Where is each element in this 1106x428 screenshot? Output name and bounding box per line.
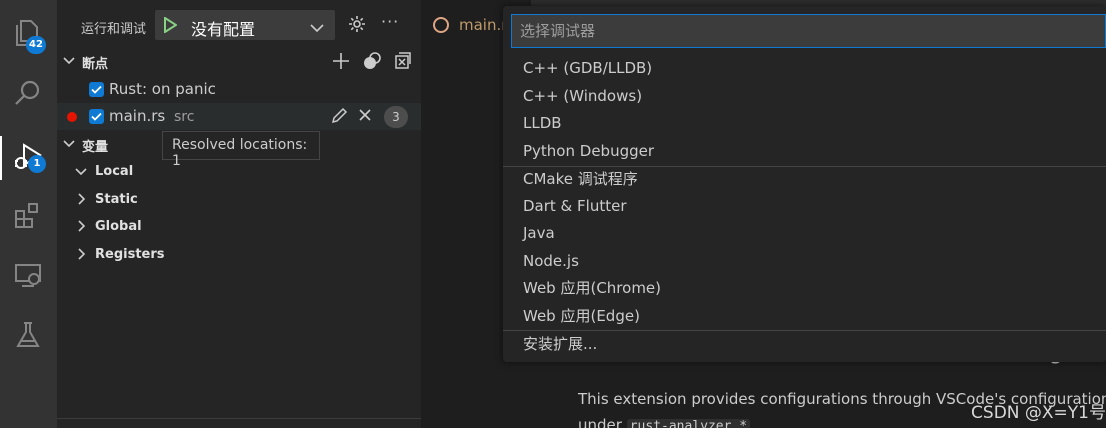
scope-label: Static xyxy=(95,192,138,207)
chevron-right-icon xyxy=(77,193,87,209)
chevron-right-icon xyxy=(77,248,87,264)
debugger-option[interactable]: C++ (GDB/LLDB) xyxy=(503,55,1106,82)
chevron-down-icon xyxy=(75,166,87,181)
config-label: 没有配置 xyxy=(191,20,256,39)
debugger-option[interactable]: Web 应用(Chrome) xyxy=(503,275,1106,302)
add-icon[interactable] xyxy=(331,51,351,75)
breakpoint-row[interactable]: Rust: on panic xyxy=(57,76,421,103)
scope-row[interactable]: Registers xyxy=(57,241,421,268)
select-debugger-quickpick: C++ (GDB/LLDB) C++ (Windows) LLDB Python… xyxy=(503,6,1106,362)
breakpoints-header-label: 断点 xyxy=(82,57,109,72)
inline-code: rust-analyzer.* xyxy=(626,419,751,428)
sidebar-header: 运行和调试 没有配置 ··· xyxy=(57,0,421,48)
breakpoints-section-header[interactable]: 断点 xyxy=(57,49,421,73)
gear-icon[interactable] xyxy=(347,14,367,38)
debugger-option[interactable]: Web 应用(Edge) xyxy=(503,303,1106,330)
remove-all-breakpoints-icon[interactable] xyxy=(393,51,413,75)
debugger-option[interactable]: Java xyxy=(503,220,1106,247)
breakpoint-count-badge: 3 xyxy=(384,106,408,128)
activity-bar: 42 1 xyxy=(0,0,57,428)
close-icon[interactable] xyxy=(358,108,372,126)
debugger-option[interactable]: Node.js xyxy=(503,248,1106,275)
breakpoint-checkbox[interactable] xyxy=(89,109,104,124)
breakpoint-tooltip: Resolved locations: 1 xyxy=(162,131,320,169)
breakpoint-row[interactable]: main.rs src 3 xyxy=(57,103,421,130)
preview-text-prefix: under xyxy=(578,416,622,428)
edit-icon[interactable] xyxy=(330,107,348,129)
scope-label: Registers xyxy=(95,247,165,262)
more-actions-icon[interactable]: ··· xyxy=(381,12,399,31)
explorer-badge: 42 xyxy=(26,36,46,54)
preview-paragraph-line2: under rust-analyzer.* xyxy=(578,416,751,428)
extensions-icon[interactable] xyxy=(9,196,47,234)
scope-row[interactable]: Global xyxy=(57,213,421,240)
breakpoint-dot-icon xyxy=(67,112,77,122)
scope-label: Local xyxy=(95,164,134,179)
sidebar-divider xyxy=(57,418,421,419)
debugger-option[interactable]: Dart & Flutter xyxy=(503,193,1106,220)
quickpick-input-box[interactable] xyxy=(511,14,1106,48)
active-indicator xyxy=(0,136,2,180)
sidebar-title: 运行和调试 xyxy=(81,22,147,37)
breakpoint-checkbox[interactable] xyxy=(89,82,104,97)
chevron-down-icon xyxy=(63,55,75,70)
launch-config-dropdown[interactable]: 没有配置 xyxy=(155,10,335,40)
testing-icon[interactable] xyxy=(9,316,47,354)
breakpoint-path: src xyxy=(174,109,195,125)
debugger-option[interactable]: Python Debugger xyxy=(503,138,1106,165)
rust-file-icon xyxy=(433,17,449,33)
scope-row[interactable]: Static xyxy=(57,186,421,213)
debugger-option[interactable]: CMake 调试程序 xyxy=(503,166,1106,193)
scope-label: Global xyxy=(95,219,142,234)
toggle-breakpoints-icon[interactable] xyxy=(362,51,382,75)
breakpoint-label: Rust: on panic xyxy=(109,80,216,98)
search-icon[interactable] xyxy=(9,74,47,112)
debugger-option[interactable]: C++ (Windows) xyxy=(503,83,1106,110)
chevron-down-icon xyxy=(63,138,75,153)
chevron-right-icon xyxy=(77,220,87,236)
debug-sidebar: 运行和调试 没有配置 ··· 断点 Rust: on panic main.rs… xyxy=(57,0,421,428)
quickpick-input[interactable] xyxy=(512,15,1105,47)
chevron-down-icon xyxy=(310,18,324,37)
watermark: CSDN @X=Y1号 xyxy=(971,403,1106,423)
scope-row[interactable]: Local xyxy=(57,158,421,185)
debugger-option[interactable]: LLDB xyxy=(503,110,1106,137)
remote-explorer-icon[interactable] xyxy=(9,256,47,294)
install-extensions-option[interactable]: 安装扩展... xyxy=(503,331,1106,358)
start-debugging-icon[interactable] xyxy=(163,16,178,37)
variables-header-label: 变量 xyxy=(82,140,109,155)
debug-badge: 1 xyxy=(28,155,46,173)
breakpoint-label: main.rs xyxy=(109,107,166,125)
